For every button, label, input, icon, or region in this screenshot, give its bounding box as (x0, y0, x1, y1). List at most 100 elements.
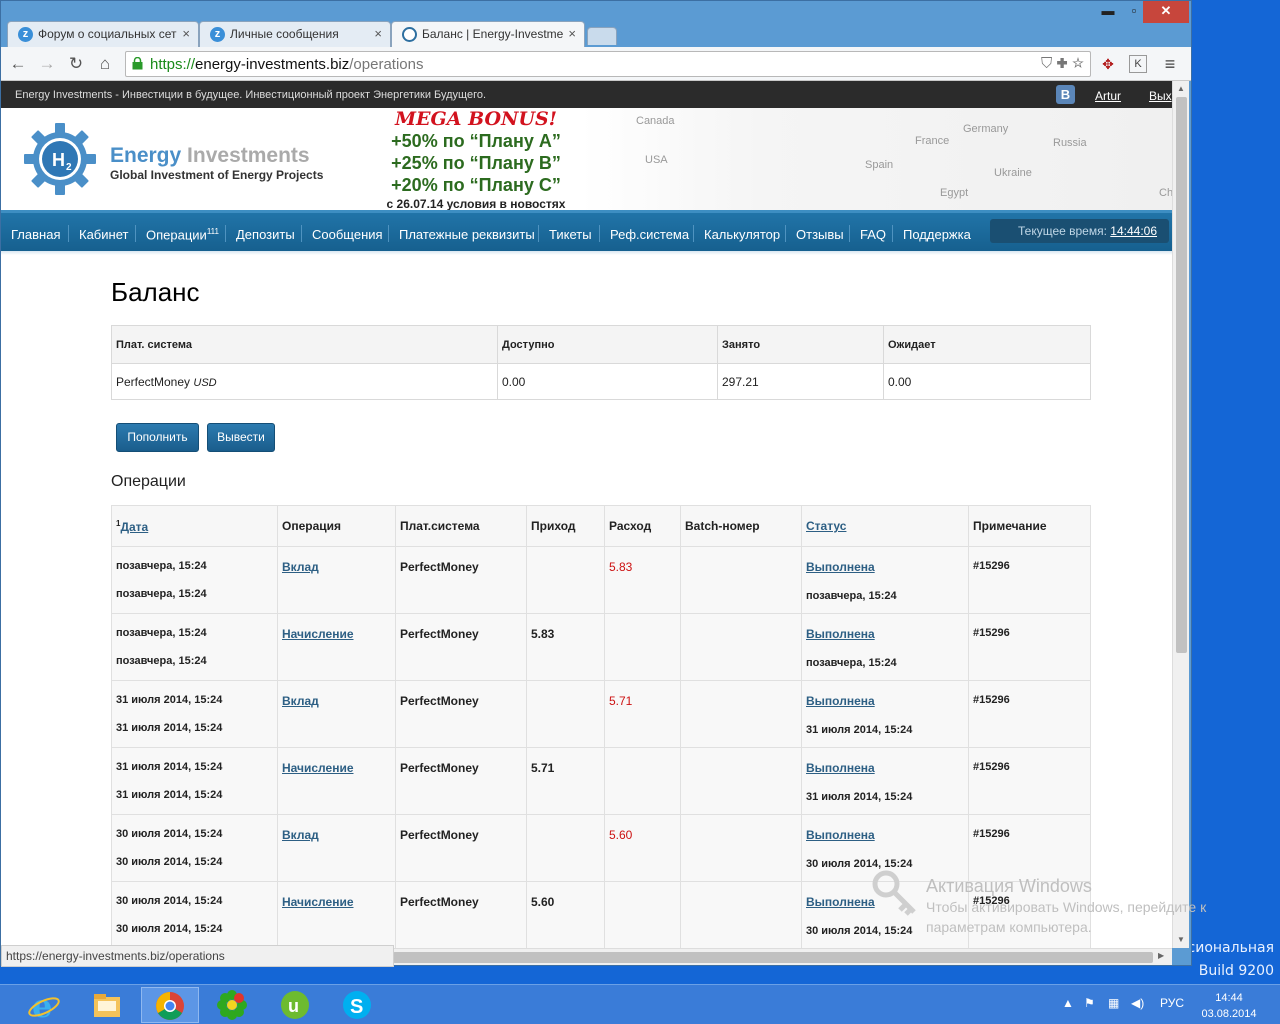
vertical-scrollbar[interactable]: ▲ ▼ (1172, 81, 1189, 948)
op-paysystem: PerfectMoney (395, 747, 527, 815)
op-date: позавчера, 15:24 позавчера, 15:24 (111, 613, 278, 681)
mega-bonus-banner[interactable]: MEGA BONUS! +50% по “Плану А” +25% по “П… (371, 108, 581, 212)
op-type-link[interactable]: Вклад (277, 814, 396, 882)
table-row: 31 июля 2014, 15:24 31 июля 2014, 15:24 Вк… (111, 680, 1091, 748)
tab-balance[interactable]: Баланс | Energy-Investme × (391, 21, 585, 48)
table-row: 30 июля 2014, 15:24 30 июля 2014, 15:24 Вк… (111, 814, 1091, 882)
close-icon[interactable]: × (182, 26, 190, 41)
user-link[interactable]: Artur (1095, 89, 1121, 103)
close-window-button[interactable]: ✕ (1143, 1, 1189, 23)
balance-system: PerfectMoney USD (111, 363, 498, 400)
internet-explorer-icon[interactable]: e (15, 987, 73, 1024)
nav-item-support[interactable]: Поддержка (903, 227, 971, 242)
op-status[interactable]: Выполнена позавчера, 15:24 (801, 546, 969, 614)
op-status[interactable]: Выполнена позавчера, 15:24 (801, 613, 969, 681)
show-hidden-icons[interactable]: ▲ (1062, 996, 1074, 1010)
action-center-icon[interactable]: ⚑ (1084, 996, 1095, 1010)
logout-link[interactable]: Вых (1149, 89, 1172, 103)
op-type-link[interactable]: Начисление (277, 613, 396, 681)
op-expense (604, 747, 681, 815)
star-icon[interactable]: ☆ (1072, 55, 1084, 72)
op-type-link[interactable]: Вклад (277, 546, 396, 614)
nav-item-reviews[interactable]: Отзывы (796, 227, 844, 242)
tab-messages[interactable]: z Личные сообщения × (199, 21, 391, 47)
close-icon[interactable]: × (374, 26, 382, 41)
world-map: Canada USA Germany France Russia Spain U… (581, 108, 1172, 210)
site-slogan: Energy Investments - Инвестиции в будуще… (15, 89, 487, 101)
nav-item-payment-details[interactable]: Платежные реквизиты (399, 227, 535, 242)
url-text: https://energy-investments.biz/operation… (150, 56, 424, 73)
forward-button[interactable]: → (36, 53, 58, 75)
h2-icon (402, 27, 417, 42)
operations-badge: 111 (206, 227, 219, 236)
deposit-button[interactable]: Пополнить (116, 423, 199, 452)
scroll-thumb[interactable] (1176, 97, 1187, 653)
puzzle-icon[interactable]: ✚ (1056, 55, 1067, 72)
nav-item-operations[interactable]: Операции111 (146, 227, 219, 242)
table-row: позавчера, 15:24 позавчера, 15:24 Вклад Per… (111, 546, 1091, 614)
col-status[interactable]: Статус (801, 505, 969, 547)
brand-tagline: Global Investment of Energy Projects (110, 168, 324, 182)
op-batch (680, 613, 802, 681)
brand-name: Energy Investments (110, 144, 310, 167)
nav-item-referral[interactable]: Реф.система (610, 227, 689, 242)
network-icon[interactable]: ▦ (1108, 996, 1119, 1010)
skype-icon[interactable]: S (328, 987, 386, 1023)
back-button[interactable]: ← (7, 53, 29, 75)
close-icon[interactable]: × (568, 26, 576, 41)
op-expense: 5.71 (604, 680, 681, 748)
col-batch: Batch-номер (680, 505, 802, 547)
extension-icon[interactable]: ✥ (1097, 53, 1119, 75)
tab-label: Баланс | Energy-Investme (422, 27, 564, 41)
menu-icon[interactable]: ≡ (1159, 53, 1181, 75)
op-status[interactable]: Выполнена 31 июля 2014, 15:24 (801, 680, 969, 748)
tab-label: Личные сообщения (230, 27, 339, 41)
shield-icon[interactable]: ⛉ (1041, 55, 1052, 72)
nav-item-calculator[interactable]: Калькулятор (704, 227, 780, 242)
address-bar[interactable]: https://energy-investments.biz/operation… (125, 51, 1091, 77)
nav-item-faq[interactable]: FAQ (860, 227, 886, 242)
op-date: 30 июля 2014, 15:24 30 июля 2014, 15:24 (111, 814, 278, 882)
reload-button[interactable]: ↻ (65, 53, 87, 75)
taskbar: e u S ▲ ⚑ ▦ ◀) РУС 14:44 03.08.2014 (0, 984, 1280, 1024)
op-income: 5.60 (526, 881, 605, 949)
volume-icon[interactable]: ◀) (1131, 996, 1144, 1010)
op-status[interactable]: Выполнена 31 июля 2014, 15:24 (801, 747, 969, 815)
op-type-link[interactable]: Начисление (277, 881, 396, 949)
nav-item-deposits[interactable]: Депозиты (236, 227, 295, 242)
svg-text:S: S (350, 996, 363, 1018)
nav-item-tickets[interactable]: Тикеты (549, 227, 592, 242)
nav-item-home[interactable]: Главная (11, 227, 60, 242)
balance-table: Плат. система Доступно Занято Ожидает Pe… (111, 325, 1091, 400)
op-type-link[interactable]: Вклад (277, 680, 396, 748)
op-note: #15296 (968, 814, 1091, 882)
scroll-thumb[interactable] (393, 952, 1153, 963)
icq-icon[interactable] (203, 987, 261, 1023)
kaspersky-icon[interactable]: K (1129, 55, 1147, 73)
new-tab-button[interactable] (587, 27, 617, 45)
utorrent-icon[interactable]: u (266, 987, 324, 1023)
user-icon[interactable]: ▬ (1095, 1, 1121, 23)
z-icon: z (210, 27, 225, 42)
op-income (526, 546, 605, 614)
op-note: #15296 (968, 546, 1091, 614)
withdraw-button[interactable]: Вывести (207, 423, 275, 452)
col-date[interactable]: 1Дата (111, 505, 278, 547)
tab-forum[interactable]: z Форум о социальных сет × (7, 21, 199, 47)
h2-logo-icon[interactable]: H 2 (23, 122, 97, 196)
svg-text:H: H (52, 150, 65, 170)
op-batch (680, 747, 802, 815)
file-explorer-icon[interactable] (78, 987, 136, 1023)
windows-activation-watermark: Активация Windows Чтобы активировать Win… (926, 876, 1207, 935)
op-paysystem: PerfectMoney (395, 546, 527, 614)
bonus-title: MEGA BONUS! (394, 108, 558, 130)
vk-icon[interactable]: В (1056, 85, 1075, 104)
chrome-icon[interactable] (141, 987, 199, 1023)
op-type-link[interactable]: Начисление (277, 747, 396, 815)
language-indicator[interactable]: РУС (1160, 996, 1184, 1010)
op-date: 31 июля 2014, 15:24 31 июля 2014, 15:24 (111, 747, 278, 815)
system-clock[interactable]: 14:44 03.08.2014 (1196, 990, 1262, 1022)
nav-item-messages[interactable]: Сообщения (312, 227, 383, 242)
nav-item-cabinet[interactable]: Кабинет (79, 227, 128, 242)
home-button[interactable]: ⌂ (94, 53, 116, 75)
